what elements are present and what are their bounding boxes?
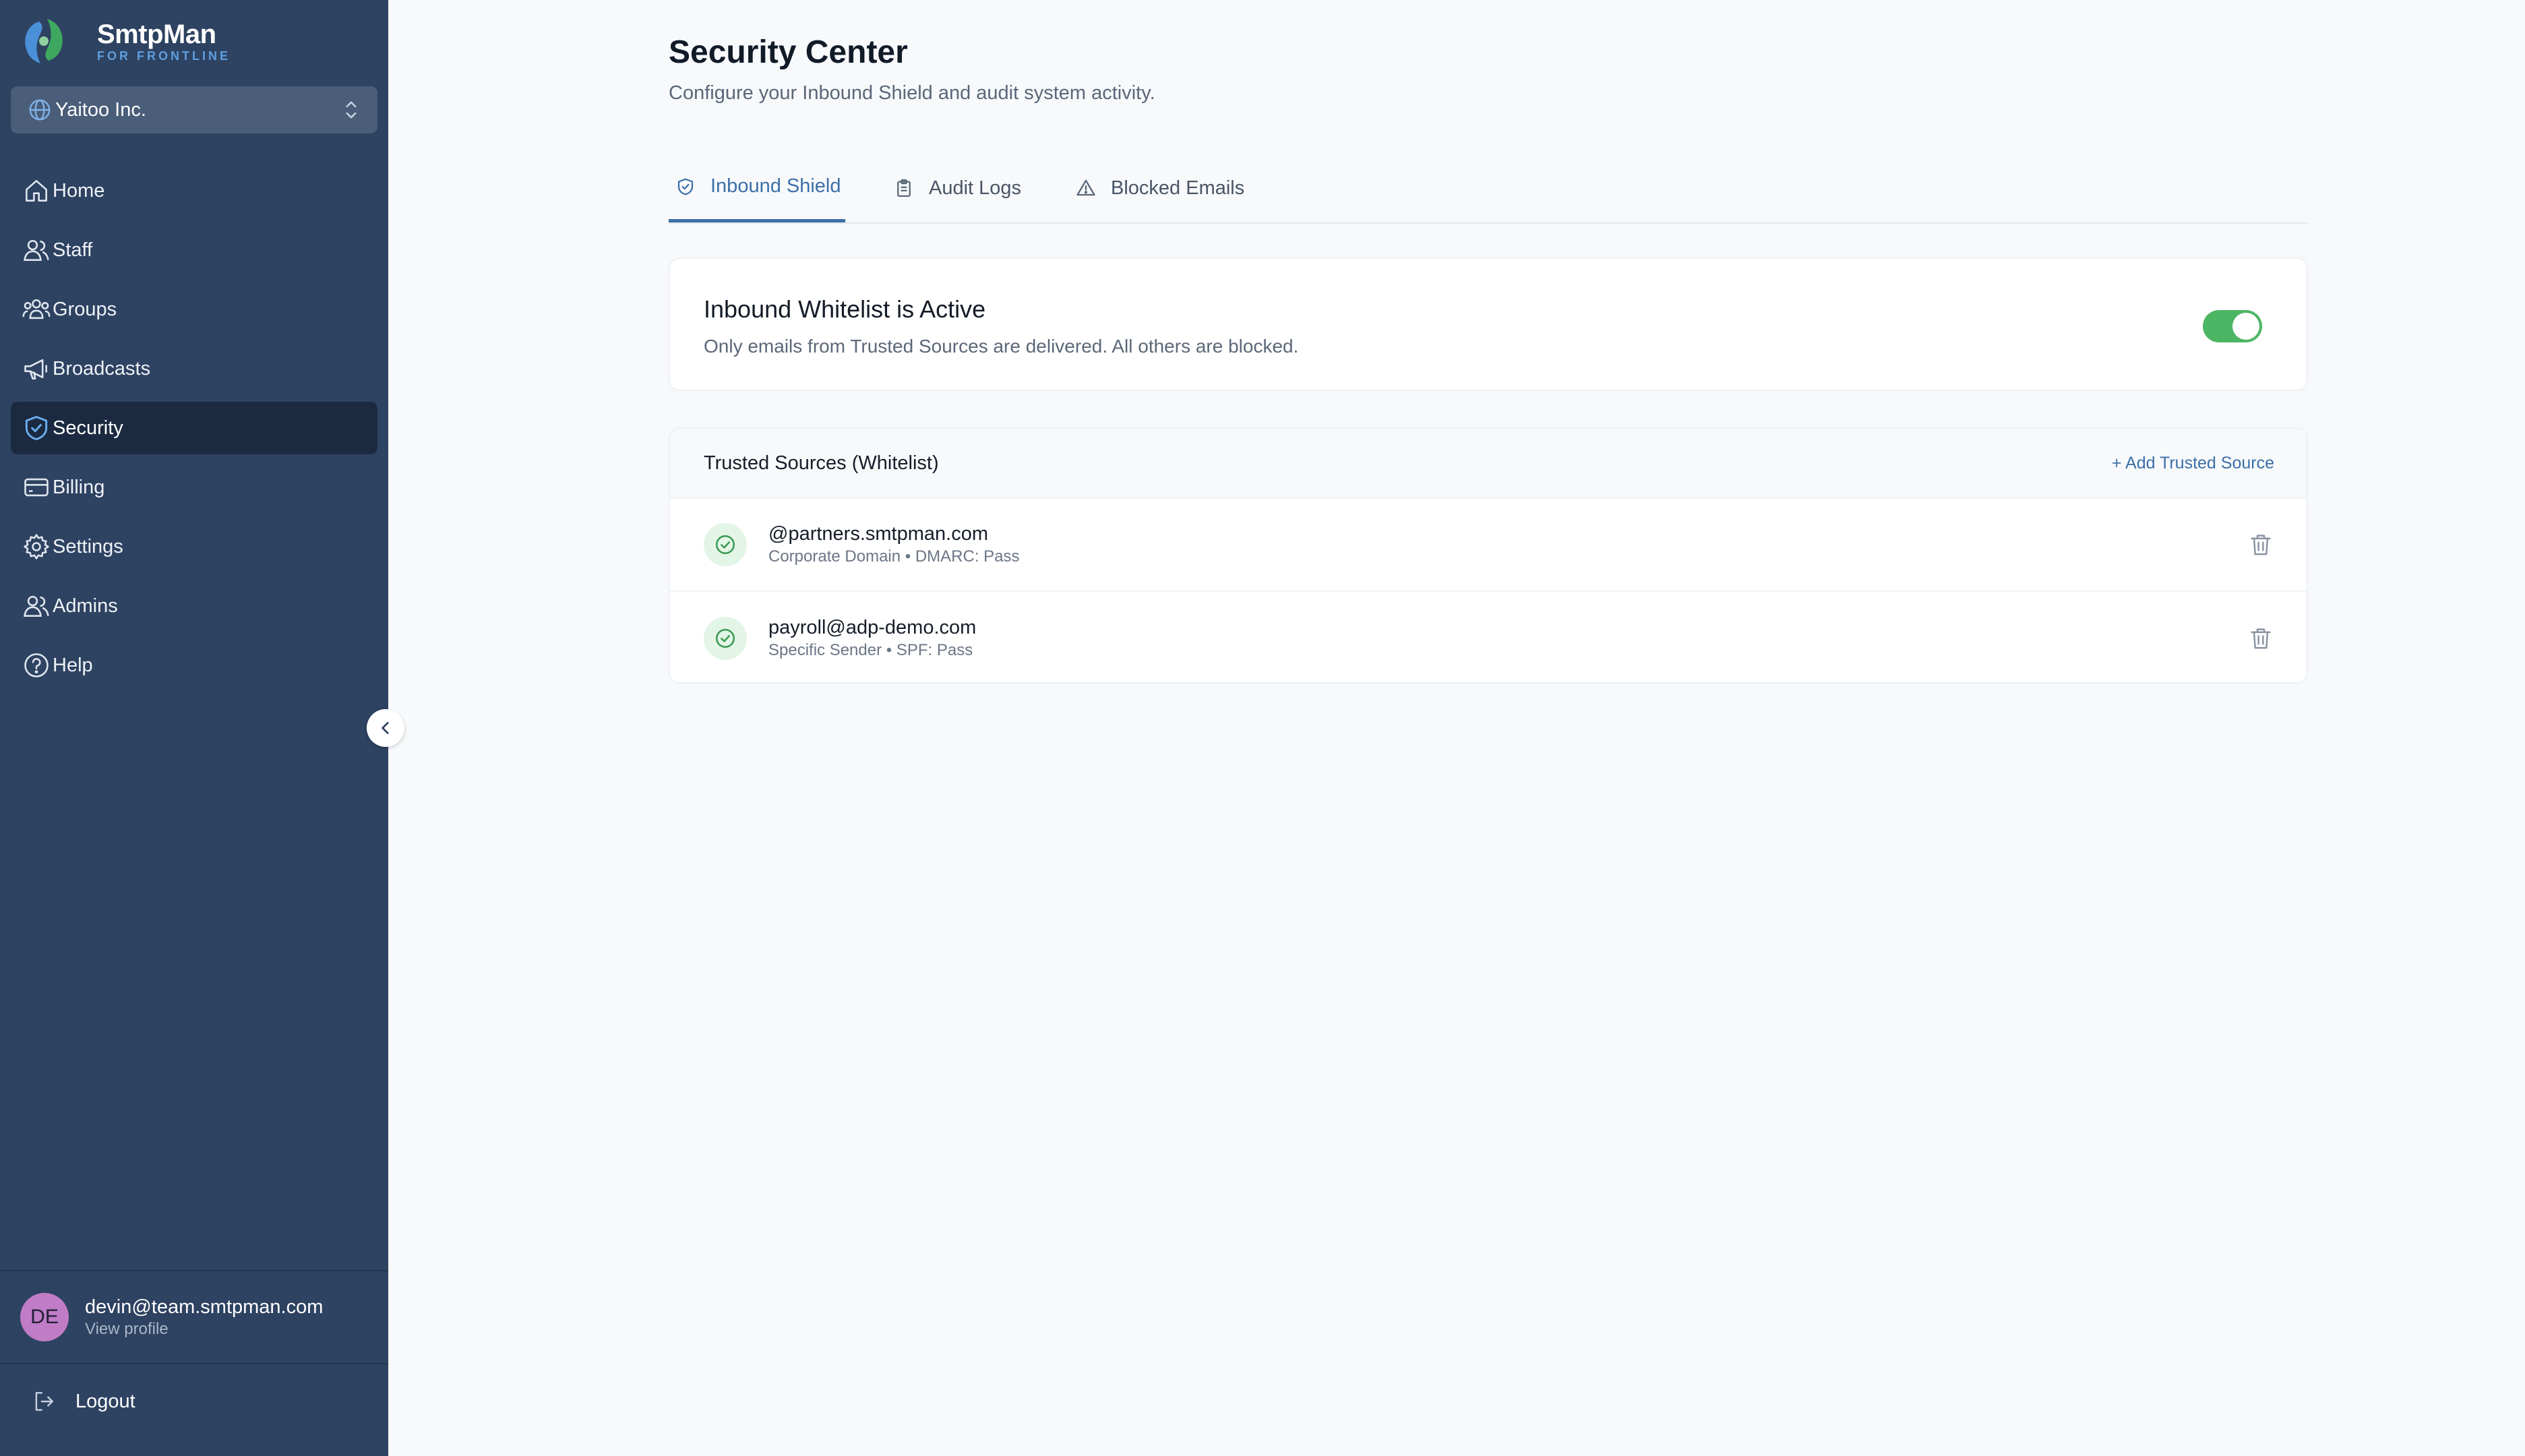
page-title: Security Center [669,34,908,70]
brand-tagline: FOR FRONTLINE [97,49,231,63]
warning-icon [1076,179,1095,196]
logout-icon [35,1392,53,1411]
verified-badge [704,617,747,660]
delete-source-button[interactable] [2247,531,2274,558]
chevron-left-icon [382,722,389,734]
whitelist-status-description: Only emails from Trusted Sources are del… [704,336,1299,357]
trusted-source-name: payroll@adp-demo.com [768,617,977,638]
verified-badge [704,523,747,566]
sidebar: SmtpMan FOR FRONTLINE Yaitoo Inc. Home S… [0,0,388,1456]
shield-check-icon [677,178,694,195]
whitelist-status-card: Inbound Whitelist is Active Only emails … [669,257,2308,391]
megaphone-icon [24,359,47,380]
avatar: DE [20,1293,69,1341]
home-icon [26,180,47,202]
sidebar-item-label: Broadcasts [53,357,151,380]
sidebar-item-label: Settings [53,535,123,557]
trusted-source-name: @partners.smtpman.com [768,523,988,545]
trusted-sources-title: Trusted Sources (Whitelist) [704,452,939,474]
users-icon [24,239,49,261]
sidebar-item-billing[interactable]: Billing [11,461,377,514]
shield-check-icon [25,416,48,440]
brand-name: SmtpMan [97,20,216,49]
sidebar-item-label: Groups [53,298,117,320]
brand[interactable]: SmtpMan FOR FRONTLINE [19,16,231,66]
org-selector[interactable]: Yaitoo Inc. [11,86,377,133]
sidebar-item-home[interactable]: Home [11,164,377,217]
trusted-source-meta: Corporate Domain • DMARC: Pass [768,547,1020,566]
app: SmtpMan FOR FRONTLINE Yaitoo Inc. Home S… [0,0,2525,1456]
logo-icon [25,19,63,63]
logout-button[interactable]: Logout [31,1389,135,1414]
chevron-updown-icon [346,101,357,119]
sidebar-item-staff[interactable]: Staff [11,224,377,276]
tab-audit-logs[interactable]: Audit Logs [894,154,1021,222]
sidebar-nav: Home Staff Groups Broadcasts Security Bi… [11,164,377,698]
tab-blocked-emails[interactable]: Blocked Emails [1076,154,1244,222]
whitelist-toggle[interactable] [2203,310,2262,342]
whitelist-status-title: Inbound Whitelist is Active [704,295,986,323]
groups-icon [22,299,51,320]
tab-bar: Inbound Shield Audit Logs Blocked Emails [669,154,2308,224]
sidebar-item-help[interactable]: Help [11,639,377,692]
sidebar-item-label: Help [53,654,93,676]
globe-icon [29,99,51,121]
trusted-sources-header: Trusted Sources (Whitelist) + Add Truste… [670,429,2307,499]
sidebar-item-broadcasts[interactable]: Broadcasts [11,342,377,395]
users-icon [24,595,49,617]
profile-email: devin@team.smtpman.com [85,1296,324,1318]
tab-inbound-shield[interactable]: Inbound Shield [669,154,845,222]
credit-card-icon [24,478,49,497]
sidebar-item-groups[interactable]: Groups [11,283,377,336]
clipboard-icon [897,179,911,197]
add-trusted-source-button[interactable]: + Add Trusted Source [2112,454,2274,473]
delete-source-button[interactable] [2247,625,2274,652]
help-circle-icon [24,653,49,677]
trusted-source-meta: Specific Sender • SPF: Pass [768,641,973,659]
view-profile-link[interactable]: View profile [85,1319,323,1339]
collapse-sidebar-button[interactable] [367,709,404,747]
sidebar-item-security[interactable]: Security [11,402,377,454]
tab-label: Blocked Emails [1111,177,1245,199]
check-circle-icon [715,628,735,648]
trash-icon [2251,535,2271,555]
sidebar-item-settings[interactable]: Settings [11,520,377,573]
trusted-sources-card: Trusted Sources (Whitelist) + Add Truste… [669,427,2308,684]
sidebar-item-label: Home [53,179,105,202]
tab-label: Inbound Shield [710,175,841,197]
gear-icon [24,534,49,559]
tab-label: Audit Logs [929,177,1022,199]
trash-icon [2251,628,2271,649]
sidebar-item-admins[interactable]: Admins [11,580,377,632]
trusted-source-row: payroll@adp-demo.com Specific Sender • S… [670,592,2307,682]
sidebar-item-label: Staff [53,239,93,261]
logout-label: Logout [75,1390,135,1412]
check-circle-icon [715,535,735,555]
org-selector-value: Yaitoo Inc. [55,98,146,121]
sidebar-item-label: Admins [53,595,118,617]
profile-section[interactable]: DE devin@team.smtpman.com View profile [0,1270,388,1364]
sidebar-item-label: Billing [53,476,105,498]
page-subtitle: Configure your Inbound Shield and audit … [669,82,1155,104]
trusted-source-row: @partners.smtpman.com Corporate Domain •… [670,499,2307,592]
sidebar-item-label: Security [53,417,123,439]
toggle-knob [2232,313,2259,340]
